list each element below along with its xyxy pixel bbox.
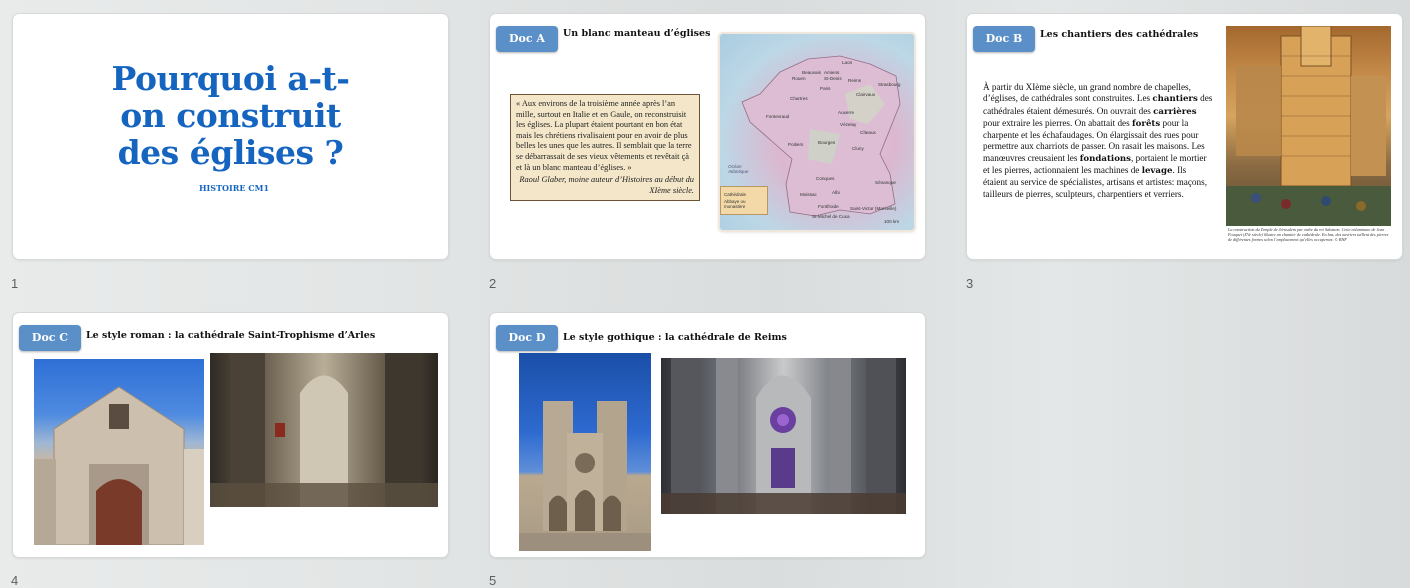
- map-city-label: Poitiers: [788, 142, 804, 147]
- slide-thumbnail-5[interactable]: Doc D Le style gothique : la cathédrale …: [490, 313, 925, 557]
- map-city-label: Chartres: [790, 96, 808, 101]
- slide-number: 2: [489, 276, 497, 291]
- map-city-label: Amiens: [824, 70, 840, 75]
- slide-thumbnail-3[interactable]: Doc B Les chantiers des cathédrales À pa…: [967, 14, 1402, 259]
- reims-interior-photo: [661, 358, 906, 514]
- map-ocean-label: Océan Atlantique: [728, 164, 749, 174]
- slide-title: Les chantiers des cathédrales: [1040, 29, 1199, 40]
- map-city-label: Cîteaux: [860, 130, 876, 135]
- arles-interior-photo: [210, 353, 438, 507]
- slide-thumbnail-1[interactable]: Pourquoi a-t-on construit des églises ? …: [13, 14, 448, 259]
- map-city-label: Sénanque: [875, 180, 896, 185]
- map-city-label: Strasbourg: [878, 82, 901, 87]
- map-city-label: Paris: [820, 86, 831, 91]
- slide-number: 3: [966, 276, 974, 291]
- map-city-label: Auxerre: [838, 110, 855, 115]
- map-city-label: Fontevraud: [766, 114, 790, 119]
- slide-title: Pourquoi a-t-on construit des églises ?: [111, 59, 350, 172]
- map-legend: Cathédrale Abbaye ou monastère: [720, 186, 768, 215]
- map-city-label: Albi: [832, 190, 840, 195]
- map-city-label: Laon: [842, 60, 853, 65]
- slide-thumbnail-2[interactable]: Doc A Un blanc manteau d’églises « Aux e…: [490, 14, 925, 259]
- map-city-label: Saint-Victor (Marseille): [850, 206, 897, 211]
- map-city-label: Conques: [816, 176, 835, 181]
- map-city-label: Rouen: [792, 76, 806, 81]
- map-city-label: Bourges: [818, 140, 836, 145]
- slide-number: 1: [11, 276, 19, 291]
- map-city-label: St-Denis: [824, 76, 842, 81]
- body-text: À partir du XIème siècle, un grand nombr…: [983, 82, 1213, 199]
- slide-number: 4: [11, 573, 19, 588]
- doc-badge: Doc B: [973, 26, 1035, 52]
- legend-cathedrale: Cathédrale: [724, 192, 747, 197]
- map-city-label: Clairvaux: [856, 92, 876, 97]
- slide-thumbnail-4[interactable]: Doc C Le style roman : la cathédrale Sai…: [13, 313, 448, 557]
- doc-badge: Doc A: [496, 26, 558, 52]
- france-map: Laon Beauvais Amiens St-Denis Reims Roue…: [720, 34, 914, 230]
- quote-text: « Aux environs de la troisième année apr…: [516, 99, 692, 172]
- slide-number: 5: [489, 573, 497, 588]
- quote-box: « Aux environs de la troisième année apr…: [510, 94, 700, 202]
- quote-source: Raoul Glaber, moine auteur d’Histoires a…: [519, 175, 694, 195]
- map-city-label: Beauvais: [802, 70, 821, 75]
- map-city-label: Moissac: [800, 192, 817, 197]
- map-city-label: Vézelay: [840, 122, 857, 127]
- map-scale: 100 km: [884, 219, 900, 224]
- map-city-label: Fontfroide: [818, 204, 839, 209]
- reims-facade-photo: [519, 353, 651, 551]
- slide-title: Un blanc manteau d’églises: [563, 28, 711, 39]
- slide-title: Le style gothique : la cathédrale de Rei…: [563, 332, 787, 343]
- map-city-label: Cluny: [852, 146, 864, 151]
- map-city-label: St-Michel de Cuxa: [812, 214, 850, 219]
- image-caption: La construction du Temple de Jérusalem p…: [1228, 227, 1389, 242]
- arles-facade-photo: [34, 359, 204, 545]
- doc-badge: Doc D: [496, 325, 558, 351]
- map-city-label: Reims: [848, 78, 862, 83]
- legend-abbaye: Abbaye ou monastère: [724, 199, 746, 209]
- slide-subtitle: HISTOIRE CM1: [199, 183, 270, 193]
- doc-badge: Doc C: [19, 325, 81, 351]
- illumination-image: [1226, 26, 1391, 226]
- slide-title: Le style roman : la cathédrale Saint-Tro…: [86, 330, 376, 341]
